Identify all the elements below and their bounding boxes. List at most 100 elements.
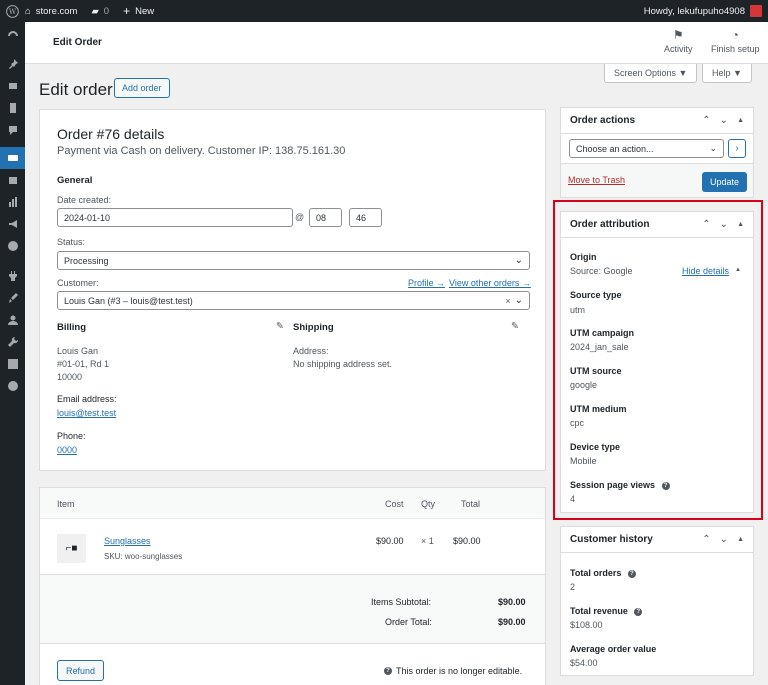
dashboard-icon[interactable] (0, 25, 25, 47)
chevron-down-icon: ⌄ (514, 295, 523, 306)
collapse-menu-icon[interactable] (0, 375, 25, 397)
avatar (750, 5, 762, 17)
posts-pin-icon[interactable] (0, 53, 25, 75)
update-button[interactable]: Update (702, 172, 748, 192)
plugins-icon[interactable] (0, 265, 25, 287)
average-order-value-value: $54.00 (570, 658, 598, 668)
users-icon[interactable] (0, 309, 25, 331)
product-total: $90.00 (453, 536, 481, 546)
help-button[interactable]: Help ▼ (702, 64, 752, 83)
toggle-panel-icon[interactable]: ▲ (737, 117, 744, 124)
woocommerce-header: Edit Order ⚑ Activity ◔ Finish setup (25, 22, 768, 64)
billing-name: Louis Gan (57, 346, 99, 356)
shipping-address-value: No shipping address set. (293, 359, 393, 369)
at-symbol: @ (295, 212, 305, 222)
billing-postcode: 10000 (57, 372, 83, 382)
help-icon[interactable]: ? (634, 607, 643, 616)
phone-label: Phone: (57, 431, 86, 441)
comments-icon[interactable] (0, 119, 25, 141)
refund-button[interactable]: Refund (57, 660, 105, 681)
flag-icon: ⚑ (672, 28, 684, 42)
general-heading: General (57, 175, 93, 186)
move-up-icon[interactable]: ⌃ (702, 534, 710, 545)
email-label: Email address: (57, 394, 117, 404)
items-subtotal-value: $90.00 (498, 597, 526, 607)
tools-brush-icon[interactable] (0, 287, 25, 309)
screen-options-button[interactable]: Screen Options ▼ (604, 64, 698, 83)
move-to-trash-link[interactable]: Move to Trash (568, 175, 625, 185)
woocommerce-icon[interactable] (0, 147, 25, 169)
billing-heading: Billing (57, 322, 87, 333)
chevron-down-icon: ⌄ (514, 255, 523, 266)
products-icon[interactable] (0, 169, 25, 191)
billing-address-line: #01-01, Rd 1 (57, 359, 110, 369)
finish-setup-button[interactable]: ◔ Finish setup (711, 28, 760, 54)
status-select[interactable]: Processing ⌄ (57, 251, 530, 270)
items-header-cost: Cost (385, 499, 404, 509)
move-down-icon[interactable]: ⌄ (720, 534, 728, 545)
wordpress-logo-icon[interactable]: W (0, 0, 25, 22)
clear-customer-button[interactable]: × (505, 296, 510, 306)
customer-select[interactable]: Louis Gan (#3 – louis@test.test) × ⌄ (57, 291, 530, 310)
page-title: Edit order (39, 80, 113, 99)
order-actions-footer: Move to Trash Update (561, 163, 753, 197)
order-action-select[interactable]: Choose an action... ⌄ (569, 139, 724, 158)
admin-sidebar (0, 22, 25, 685)
edit-billing-pencil-icon[interactable]: ✎ (276, 321, 284, 332)
order-details-panel: Order #76 details Payment via Cash on de… (39, 109, 546, 471)
tools-wrench-icon[interactable] (0, 331, 25, 353)
move-up-icon[interactable]: ⌃ (702, 115, 710, 126)
order-title: Order #76 details (57, 126, 165, 142)
apply-action-button[interactable]: › (728, 139, 746, 158)
move-down-icon[interactable]: ⌄ (720, 115, 728, 126)
minute-input[interactable]: 46 (349, 208, 382, 227)
activity-button[interactable]: ⚑ Activity (664, 28, 693, 54)
profile-link[interactable]: Profile → (408, 278, 445, 288)
site-link[interactable]: ⌂ store.com (25, 6, 77, 17)
toggle-panel-icon[interactable]: ▲ (737, 536, 744, 543)
order-subtitle: Payment via Cash on delivery. Customer I… (57, 145, 346, 157)
items-header-qty: Qty (421, 499, 436, 509)
user-menu[interactable]: Howdy, lekufupuho4908 (644, 5, 768, 17)
media-icon[interactable] (0, 75, 25, 97)
highlight-frame (553, 200, 763, 520)
comments-link[interactable]: ▰ 0 (91, 6, 109, 17)
product-thumbnail: ⌐■ (57, 534, 86, 563)
home-icon: ⌂ (25, 5, 31, 17)
view-other-orders-link[interactable]: View other orders → (449, 278, 531, 288)
product-qty: × 1 (421, 536, 434, 546)
header-title: Edit Order (53, 37, 102, 48)
items-header-item: Item (57, 499, 75, 509)
not-editable-note: ? This order is no longer editable. (384, 666, 522, 676)
order-total-label: Order Total: (385, 617, 432, 627)
new-content-link[interactable]: + New (123, 4, 154, 18)
date-created-label: Date created: (57, 195, 112, 205)
customer-history-box: Customer history ⌃ ⌄ ▲ Total orders ? 2 … (560, 526, 754, 676)
settings-icon[interactable] (0, 353, 25, 375)
marketing-icon[interactable] (0, 213, 25, 235)
items-subtotal-label: Items Subtotal: (371, 597, 432, 607)
customer-history-header: Customer history ⌃ ⌄ ▲ (561, 527, 753, 553)
analytics-icon[interactable] (0, 191, 25, 213)
pages-icon[interactable] (0, 97, 25, 119)
average-order-value-label: Average order value (570, 644, 657, 654)
date-created-input[interactable]: 2024-01-10 (57, 208, 293, 227)
hour-input[interactable]: 08 (309, 208, 342, 227)
edit-shipping-pencil-icon[interactable]: ✎ (511, 321, 519, 332)
comment-icon: ▰ (91, 5, 99, 17)
admin-bar: W ⌂ store.com ▰ 0 + New Howdy, lekufupuh… (0, 0, 768, 22)
email-link[interactable]: louis@test.test (57, 408, 116, 418)
total-orders-label: Total orders ? (570, 568, 636, 578)
product-name-link[interactable]: Sunglasses (104, 536, 151, 546)
phone-link[interactable]: 0000 (57, 445, 77, 455)
total-orders-value: 2 (570, 582, 576, 592)
help-icon[interactable]: ? (627, 569, 636, 578)
plus-icon: + (123, 4, 131, 18)
total-revenue-value: $108.00 (570, 620, 603, 630)
add-order-button[interactable]: Add order (114, 78, 170, 98)
sunglasses-icon: ⌐■ (65, 543, 78, 554)
total-revenue-label: Total revenue ? (570, 606, 643, 616)
order-actions-header: Order actions ⌃ ⌄ ▲ (561, 108, 753, 134)
shipping-address-label: Address: (293, 346, 329, 356)
appearance-icon[interactable] (0, 235, 25, 257)
